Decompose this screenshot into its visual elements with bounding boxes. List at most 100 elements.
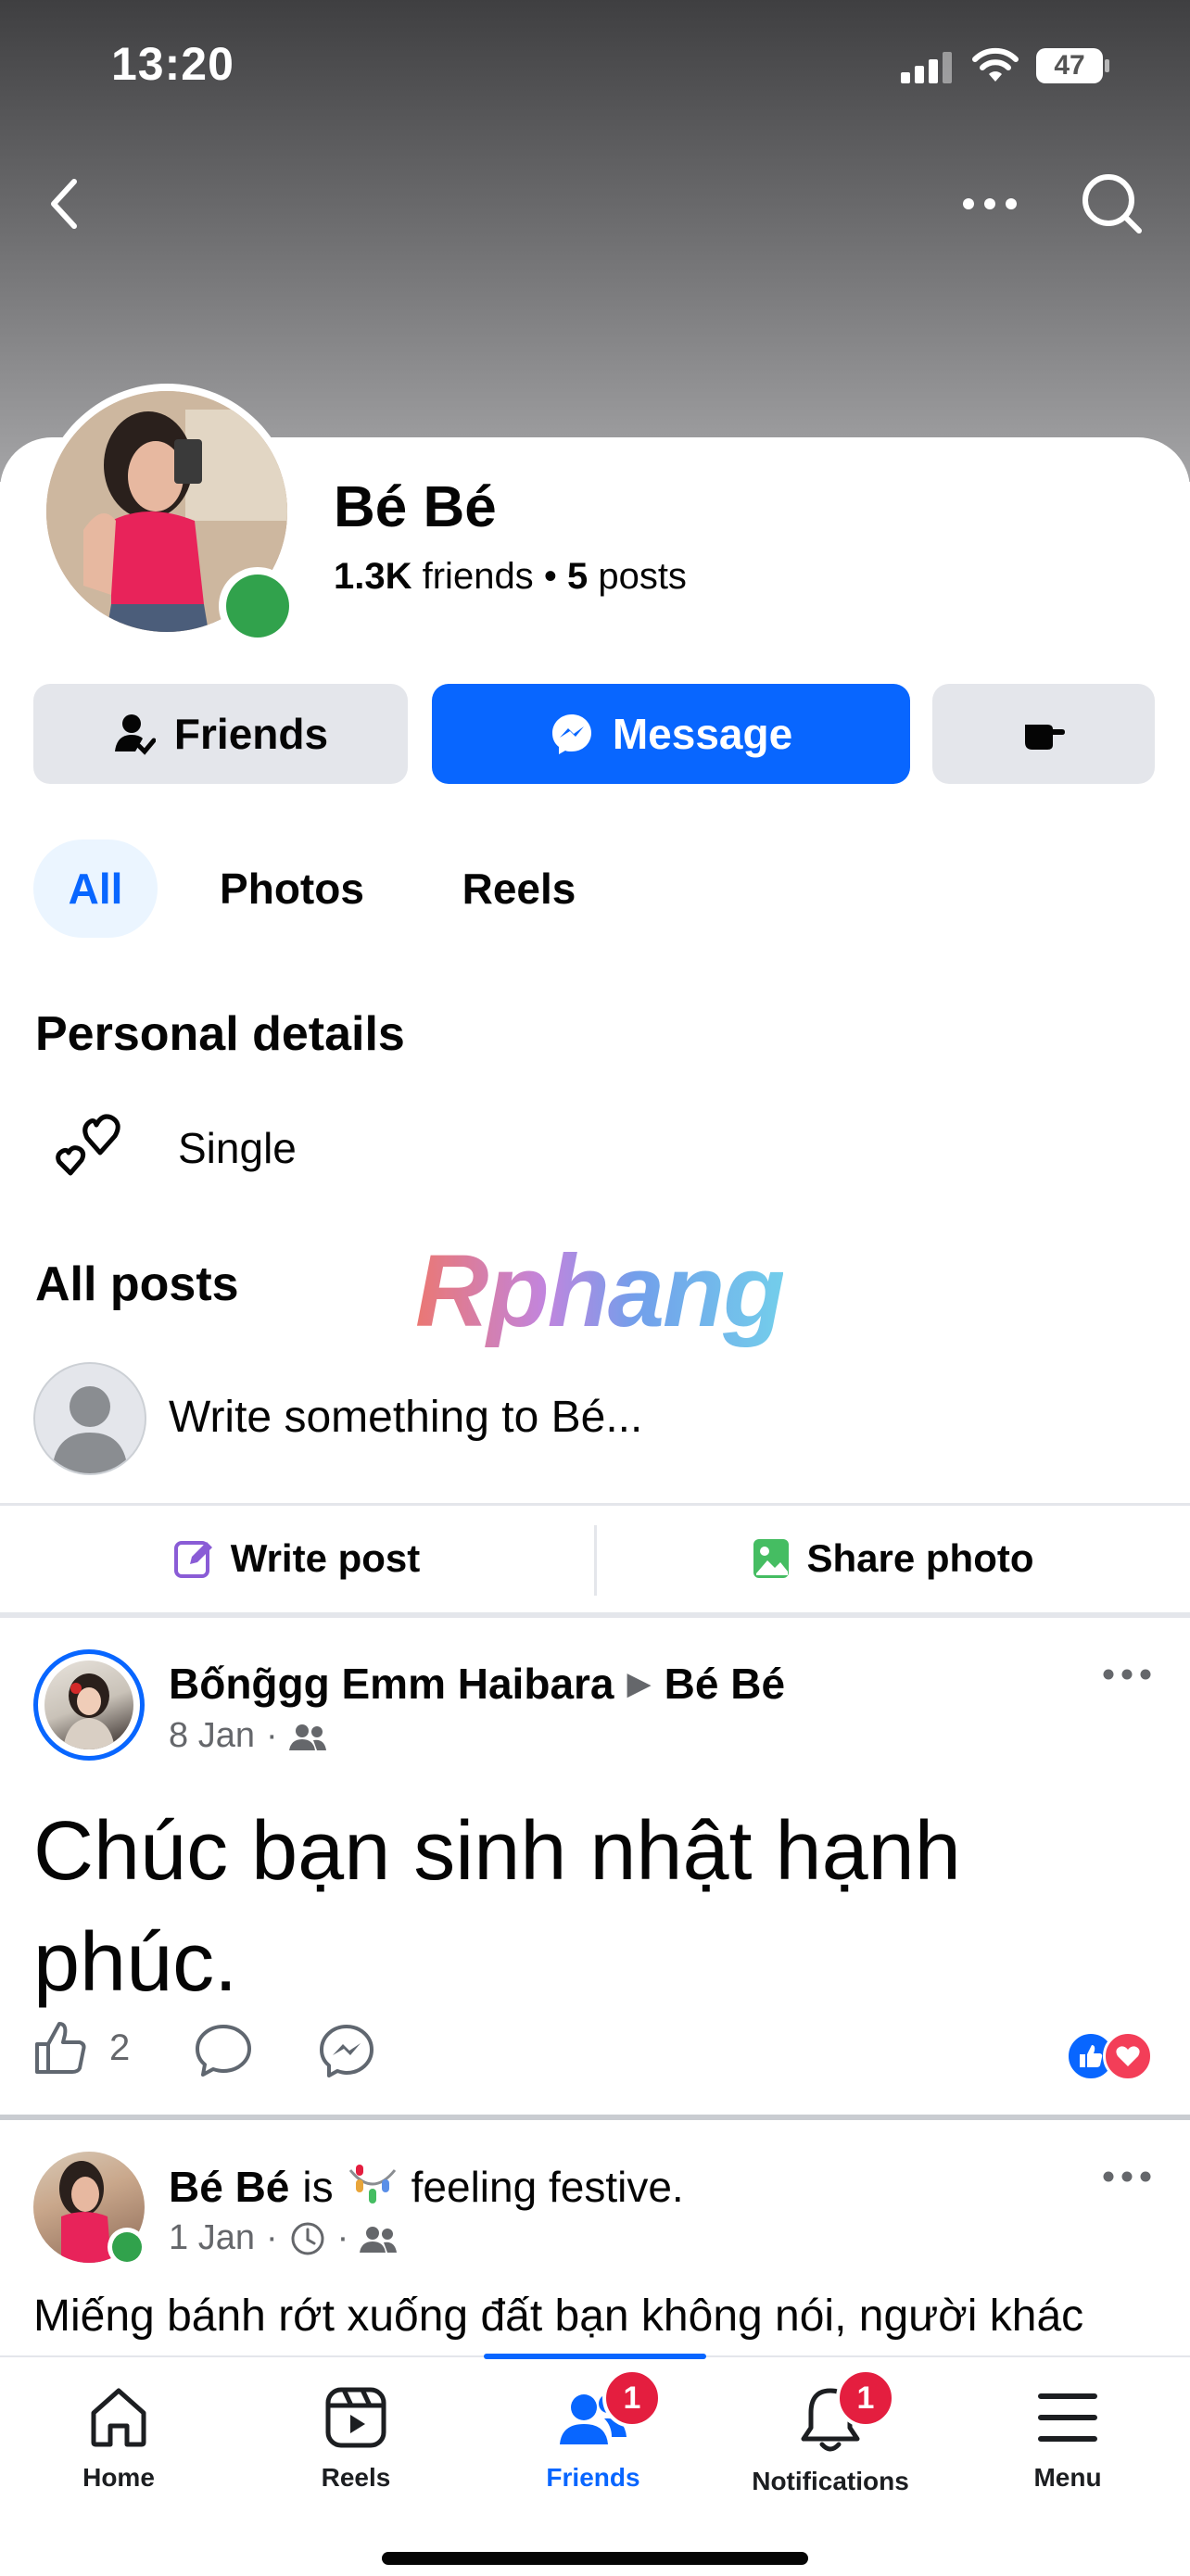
friends-audience-icon (288, 1724, 326, 1750)
active-tab-indicator (484, 2354, 706, 2359)
nav-reels[interactable]: Reels (237, 2385, 475, 2496)
tab-reels[interactable]: Reels (426, 840, 612, 938)
back-chevron-icon (51, 179, 77, 229)
friends-button[interactable]: Friends (33, 684, 408, 784)
post-2-more-button[interactable] (1103, 2170, 1151, 2188)
signal-icon (901, 52, 953, 88)
post-1-text: Chúc bạn sinh nhật hạnh phúc. (33, 1805, 961, 2009)
nav-notifications[interactable]: Notifications 1 (712, 2368, 949, 2496)
home-icon (91, 2388, 146, 2447)
message-button[interactable]: Message (432, 684, 910, 784)
send-button[interactable] (319, 2024, 374, 2084)
write-post-button[interactable]: Write post (0, 1507, 593, 1610)
tab-all-label: All (68, 865, 123, 913)
more-options-button[interactable] (955, 176, 1025, 232)
notifications-badge: 1 (836, 2368, 895, 2428)
post-1-author-avatar[interactable] (33, 1649, 145, 1761)
write-post-label: Write post (230, 1536, 421, 1580)
posts-label: posts (598, 556, 687, 597)
home-indicator (382, 2552, 808, 2565)
like-icon (35, 2022, 86, 2074)
tab-photos-label: Photos (220, 865, 364, 913)
friends-count: 1.3K (334, 556, 412, 597)
post-2-feeling: feeling festive. (411, 2163, 684, 2211)
friends-button-label: Friends (173, 710, 329, 758)
profile-stats: 1.3K friends • 5 posts (334, 556, 687, 598)
post-2-date[interactable]: 1 Jan (169, 2218, 255, 2258)
post-1-target[interactable]: Bé Bé (665, 1659, 785, 1709)
photo-icon (753, 1539, 790, 1578)
like-count: 2 (109, 2027, 131, 2068)
composer-input[interactable]: Write something to Bé... (169, 1392, 642, 1443)
more-dots-icon (1103, 1669, 1151, 1680)
like-button[interactable]: 2 (33, 2020, 130, 2076)
status-time: 13:20 (111, 38, 234, 90)
back-button[interactable] (37, 167, 93, 241)
love-reaction-icon (1103, 2031, 1153, 2081)
message-button-label: Message (612, 710, 793, 758)
online-status-indicator (219, 567, 297, 645)
post-2-feeling-prefix: is (302, 2163, 334, 2211)
poke-button[interactable] (932, 684, 1155, 784)
messenger-icon (551, 714, 591, 754)
meta-dot: · (336, 2218, 349, 2257)
post-2-text: Miếng bánh rớt xuống đất bạn không nói, … (33, 2292, 1084, 2341)
default-avatar-icon (52, 1386, 128, 1473)
share-photo-label: Share photo (806, 1536, 1034, 1580)
post-2-header: Bé Bé is feeling festive. (169, 2161, 684, 2213)
post-1-arrow: ▶ (627, 1666, 652, 1701)
composer-divider-top (0, 1503, 1190, 1506)
post-1-date[interactable]: 8 Jan (169, 1716, 255, 1756)
share-photo-button[interactable]: Share photo (597, 1507, 1190, 1610)
composer-avatar (33, 1362, 146, 1475)
nav-reels-label: Reels (321, 2463, 391, 2492)
battery-icon: 47 (1036, 48, 1109, 83)
clock-icon (291, 2222, 324, 2254)
nav-friends[interactable]: Friends 1 (475, 2368, 712, 2496)
profile-name: Bé Bé (334, 475, 497, 539)
nav-menu[interactable]: Menu (949, 2385, 1186, 2496)
poke-hand-icon (1025, 725, 1065, 750)
comment-icon (196, 2025, 251, 2077)
meta-dot: · (265, 2218, 278, 2257)
tab-photos[interactable]: Photos (195, 840, 389, 938)
nav-home[interactable]: Home (0, 2385, 237, 2496)
search-icon (1082, 174, 1142, 234)
meta-dot: · (265, 1716, 278, 1755)
relationship-icon (54, 1112, 124, 1183)
post-separator (0, 2115, 1190, 2120)
comment-button[interactable] (195, 2024, 252, 2082)
more-dots-icon (963, 198, 1017, 209)
reaction-summary[interactable] (1066, 2031, 1158, 2081)
post-1-meta: 8 Jan · (169, 1716, 326, 1756)
battery-level: 47 (1054, 50, 1085, 81)
wifi-icon (971, 46, 1019, 88)
posts-count: 5 (566, 556, 589, 597)
messenger-send-icon (320, 2025, 373, 2077)
watermark-logo: Rphang (415, 1234, 785, 1348)
all-posts-heading: All posts (35, 1257, 239, 1311)
nav-home-label: Home (82, 2463, 155, 2492)
personal-details-heading: Personal details (35, 1007, 405, 1061)
friends-badge: 1 (602, 2368, 662, 2428)
nav-menu-label: Menu (1033, 2463, 1102, 2492)
nav-notifications-label: Notifications (752, 2467, 909, 2495)
menu-icon (1038, 2393, 1097, 2442)
post-2-meta: 1 Jan · · (169, 2218, 398, 2258)
tab-all[interactable]: All (33, 840, 158, 938)
stats-separator: • (543, 556, 557, 597)
friends-label: friends (422, 556, 534, 597)
post-1-more-button[interactable] (1103, 1668, 1151, 1686)
friends-audience-icon (360, 2226, 398, 2253)
post-2-author[interactable]: Bé Bé (169, 2162, 289, 2212)
reels-icon (325, 2387, 386, 2448)
post-2-online-dot (108, 2228, 146, 2267)
friend-check-icon (114, 714, 156, 755)
bottom-nav: Home Reels Friends 1 Notifications 1 Men… (0, 2354, 1190, 2576)
post-1-author[interactable]: Bống̃gg Emm Haibara (169, 1659, 614, 1709)
post-1-header: Bống̃gg Emm Haibara ▶ Bé Bé (169, 1659, 785, 1709)
tab-reels-label: Reels (462, 865, 576, 913)
search-button[interactable] (1075, 167, 1149, 241)
edit-icon (173, 1541, 212, 1578)
section-separator (0, 1612, 1190, 1618)
